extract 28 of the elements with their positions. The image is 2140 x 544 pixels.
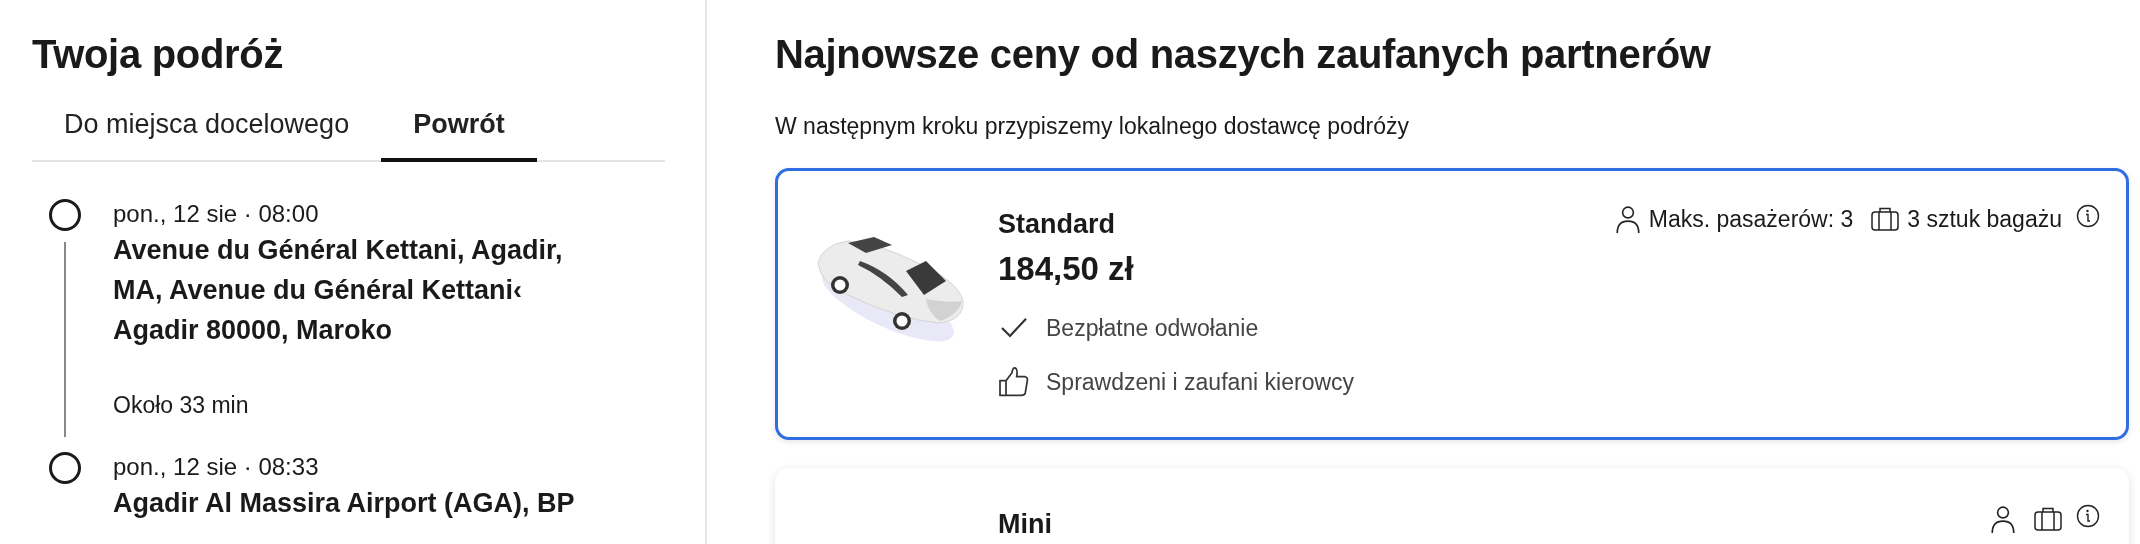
tab[interactable]: Do miejsca docelowego xyxy=(32,101,382,162)
info-icon[interactable] xyxy=(2076,204,2100,228)
suitcase-icon xyxy=(1871,205,1900,233)
travel-duration: Około 33 min xyxy=(113,392,250,419)
stop-circle-icon xyxy=(48,451,82,485)
person-icon xyxy=(1990,505,2016,533)
tab[interactable]: Powrót xyxy=(381,101,537,162)
thumbs-up-icon xyxy=(998,366,1030,398)
passenger-count: Maks. pasażerów: 3 xyxy=(1648,205,1854,233)
person-icon xyxy=(1614,205,1641,233)
car-class: Standard xyxy=(998,209,1117,240)
panel-title: Twoja podróż xyxy=(32,31,285,77)
offer-card[interactable]: Standard 184,50 zł Bezpłatne odwołanie Sprawdzeni i zaufani kierowcy Maks. pasażerów: 3 3 sztuk bagażu xyxy=(775,168,2129,440)
price: 184,50 zł xyxy=(998,250,1135,288)
stop-address: Avenue du Général Kettani, Agadir, MA, Avenue du Général Kettani‹ Agadir 80000, Maroko xyxy=(113,234,564,347)
section-subtitle: W następnym kroku przypiszemy lokalnego dostawcę podróży xyxy=(775,113,1411,140)
stop-time: pon., 12 sie · 08:33 xyxy=(113,452,320,482)
car-class: Mini xyxy=(998,509,1053,540)
section-title: Najnowsze ceny od naszych zaufanych partnerów xyxy=(775,31,1712,77)
info-icon[interactable] xyxy=(2076,504,2100,528)
stop-time: pon., 12 sie · 08:00 xyxy=(113,199,320,229)
luggage-count: 3 sztuk bagażu xyxy=(1907,205,2062,233)
offer-card[interactable]: Mini xyxy=(775,468,2129,544)
stop-circle-icon xyxy=(48,198,82,232)
feature-text: Bezpłatne odwołanie xyxy=(1046,314,1259,342)
feature-text: Sprawdzeni i zaufani kierowcy xyxy=(1046,368,1355,396)
stop-address: Agadir Al Massira Airport (AGA), BP xyxy=(113,487,576,520)
suitcase-icon xyxy=(2034,505,2062,533)
